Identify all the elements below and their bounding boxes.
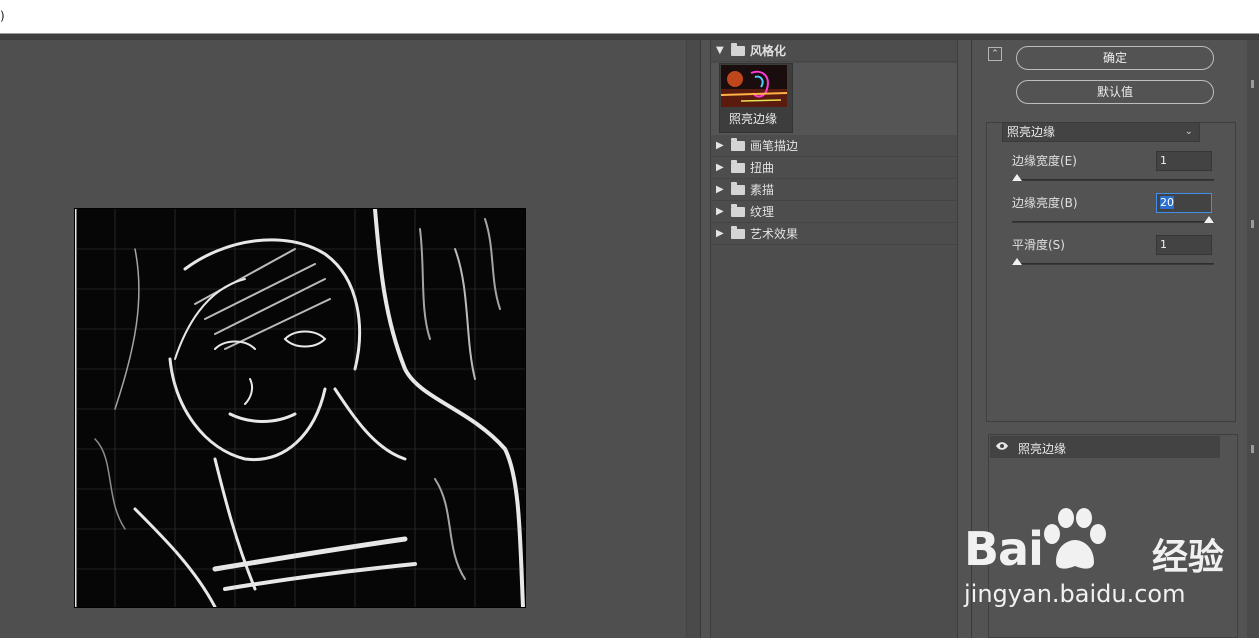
folder-icon <box>731 159 745 173</box>
folder-icon <box>731 181 745 195</box>
folder-icon <box>731 225 745 239</box>
default-button[interactable]: 默认值 <box>1016 80 1214 104</box>
category-label: 纹理 <box>750 205 775 219</box>
edge-width-label: 边缘宽度(E) <box>1012 154 1077 168</box>
category-sketch[interactable]: ▶ 素描 <box>711 179 957 201</box>
right-edge-strip <box>1247 40 1259 638</box>
slider-knob[interactable] <box>1204 216 1214 223</box>
slider-knob[interactable] <box>1012 258 1022 265</box>
filter-thumb-glowing-edges[interactable]: 照亮边缘 <box>719 63 793 133</box>
title-text: ) <box>0 9 5 23</box>
smoothness-slider[interactable] <box>1012 258 1214 265</box>
folder-icon <box>731 42 745 56</box>
dialog-title-bar: ) <box>0 0 1259 40</box>
edge-width-value: 1 <box>1160 154 1167 167</box>
triangle-right-icon: ▶ <box>716 228 724 239</box>
smoothness-value: 1 <box>1160 238 1167 251</box>
filter-select[interactable]: 照亮边缘 ⌄ <box>1002 122 1200 142</box>
filter-select-value: 照亮边缘 <box>1007 125 1056 139</box>
effect-layers-panel: 照亮边缘 <box>988 434 1238 638</box>
triangle-down-icon: ▼ <box>716 45 724 56</box>
filter-thumb-label: 照亮边缘 <box>728 112 777 126</box>
edge-brightness-value: 20 <box>1160 196 1174 209</box>
edge-marker <box>1251 80 1254 88</box>
triangle-right-icon: ▶ <box>716 162 724 173</box>
folder-icon <box>731 203 745 217</box>
smoothness-input[interactable]: 1 <box>1156 235 1212 255</box>
edge-width-input[interactable]: 1 <box>1156 151 1212 171</box>
category-brush-strokes[interactable]: ▶ 画笔描边 <box>711 135 957 157</box>
triangle-right-icon: ▶ <box>716 184 724 195</box>
category-distort[interactable]: ▶ 扭曲 <box>711 157 957 179</box>
settings-panel: ⌃ 确定 默认值 照亮边缘 ⌄ 边缘宽度(E) 1 边缘亮度(B) 20 平滑度… <box>971 40 1259 638</box>
eye-icon[interactable] <box>996 441 1008 451</box>
folder-icon <box>731 137 745 151</box>
triangle-right-icon: ▶ <box>716 206 724 217</box>
chevron-down-icon: ⌄ <box>1184 126 1193 137</box>
category-label: 素描 <box>750 183 775 197</box>
edge-brightness-input[interactable]: 20 <box>1156 193 1212 213</box>
edge-marker <box>1251 445 1254 453</box>
effect-layer-label: 照亮边缘 <box>1018 442 1067 456</box>
glowing-edges-image <box>75 209 525 607</box>
category-texture[interactable]: ▶ 纹理 <box>711 201 957 223</box>
edge-width-slider[interactable] <box>1012 174 1214 181</box>
preview-image[interactable] <box>74 208 526 608</box>
triangle-right-icon: ▶ <box>716 140 724 151</box>
category-stylize[interactable]: ▼ 风格化 <box>711 40 957 62</box>
smoothness-label: 平滑度(S) <box>1012 238 1065 252</box>
category-label: 扭曲 <box>750 161 775 175</box>
edge-marker <box>1251 220 1254 228</box>
ok-button[interactable]: 确定 <box>1016 46 1214 70</box>
effect-layer-row[interactable]: 照亮边缘 <box>990 436 1220 458</box>
category-label: 风格化 <box>750 44 787 58</box>
filter-gallery-list: ▼ 风格化 照亮边缘 ▶ 画笔描边 ▶ 扭曲 ▶ 素描 ▶ 纹理 ▶ 艺术效果 <box>710 40 958 638</box>
category-label: 艺术效果 <box>750 227 799 241</box>
edge-brightness-slider[interactable] <box>1012 216 1214 223</box>
filter-gallery-panel: ▼ 风格化 照亮边缘 ▶ 画笔描边 ▶ 扭曲 ▶ 素描 ▶ 纹理 ▶ 艺术效果 <box>700 40 970 638</box>
preview-scrollbar[interactable] <box>686 40 700 638</box>
collapse-gallery-button[interactable]: ⌃ <box>988 47 1002 61</box>
filter-thumb-image <box>721 65 787 107</box>
category-label: 画笔描边 <box>750 139 799 153</box>
slider-knob[interactable] <box>1012 174 1022 181</box>
preview-area[interactable] <box>0 40 700 638</box>
edge-brightness-label: 边缘亮度(B) <box>1012 196 1078 210</box>
category-artistic[interactable]: ▶ 艺术效果 <box>711 223 957 245</box>
